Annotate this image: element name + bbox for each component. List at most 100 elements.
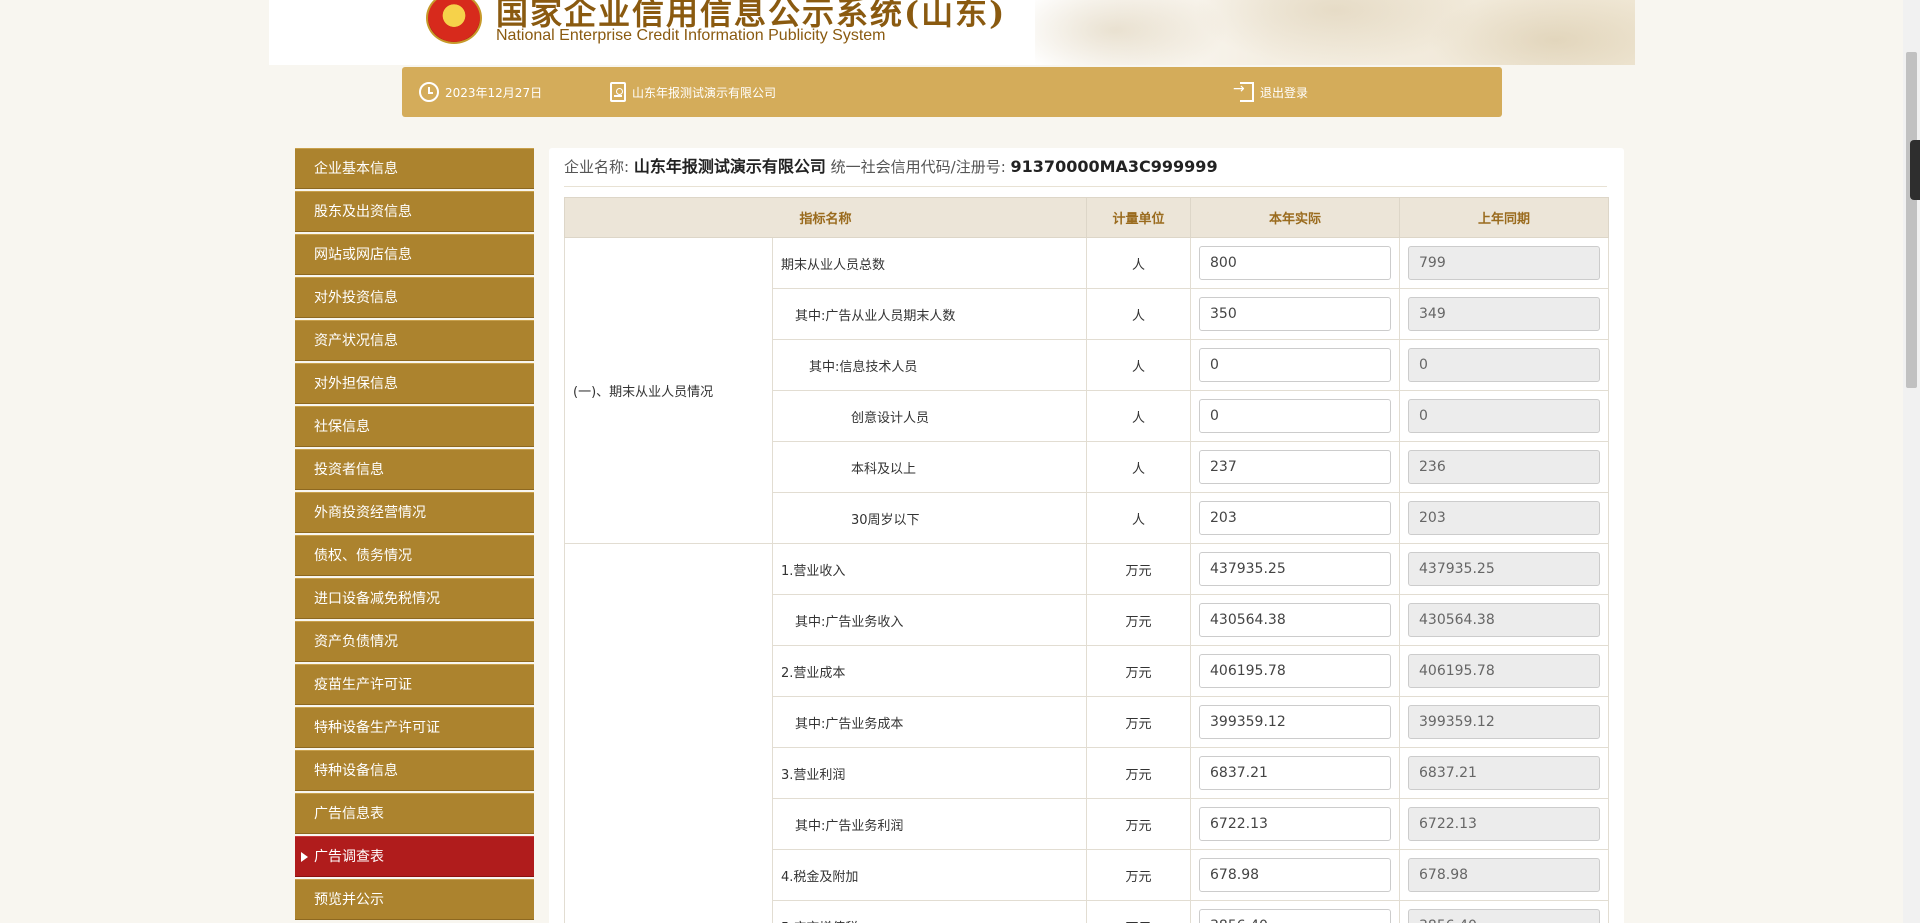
site-subtitle: National Enterprise Credit Information P… <box>496 27 886 44</box>
current-year-input[interactable] <box>1199 501 1392 535</box>
row-unit: 万元 <box>1086 849 1192 901</box>
date-display: 2023年12月27日 <box>419 82 542 102</box>
sidebar-item-special-equipment-license[interactable]: 特种设备生产许可证 <box>295 707 534 748</box>
current-year-input[interactable] <box>1199 603 1392 637</box>
row-unit: 万元 <box>1086 798 1192 850</box>
row-name: 1.营业收入 <box>771 543 1088 595</box>
ad-survey-table: 指标名称 计量单位 本年实际 上年同期 (一)、期末从业人员情况 期末从业人员总… <box>563 197 1610 923</box>
current-year-input[interactable] <box>1199 450 1392 484</box>
row-unit: 万元 <box>1086 594 1192 646</box>
scrollbar-thumb[interactable] <box>1906 52 1917 388</box>
credit-code-label: 统一社会信用代码/注册号: <box>830 158 1006 176</box>
current-year-input[interactable] <box>1199 807 1392 841</box>
previous-year-value <box>1408 450 1601 484</box>
row-name: 3.营业利润 <box>771 747 1088 799</box>
sidebar-item-asset-status[interactable]: 资产状况信息 <box>295 320 534 361</box>
row-name: 4.税金及附加 <box>771 849 1088 901</box>
table-row: 1.营业收入 万元 <box>564 543 1610 923</box>
sidebar-item-investor-info[interactable]: 投资者信息 <box>295 449 534 490</box>
company-badge-icon <box>610 82 626 102</box>
current-year-input[interactable] <box>1199 246 1392 280</box>
sidebar-item-external-guarantee[interactable]: 对外担保信息 <box>295 363 534 404</box>
sidebar-item-foreign-investment[interactable]: 外商投资经营情况 <box>295 492 534 533</box>
table-header-row: 指标名称 计量单位 本年实际 上年同期 <box>563 197 1610 238</box>
sidebar-item-assets-liabilities[interactable]: 资产负债情况 <box>295 621 534 662</box>
header-mountain-decoration <box>1035 0 1635 65</box>
current-year-input[interactable] <box>1199 348 1392 382</box>
header-unit: 计量单位 <box>1086 197 1192 238</box>
current-year-input[interactable] <box>1199 297 1392 331</box>
previous-year-value <box>1408 501 1601 535</box>
logout-icon <box>1233 81 1254 102</box>
national-emblem-icon <box>426 0 482 44</box>
current-year-input[interactable] <box>1199 756 1392 790</box>
row-name: 其中:广告业务成本 <box>771 696 1088 748</box>
row-unit: 人 <box>1086 441 1192 493</box>
current-year-input[interactable] <box>1199 705 1392 739</box>
row-name: 创意设计人员 <box>771 390 1088 442</box>
previous-year-value <box>1408 603 1601 637</box>
row-unit: 人 <box>1086 492 1192 544</box>
date-text: 2023年12月27日 <box>445 85 543 100</box>
sidebar-item-vaccine-license[interactable]: 疫苗生产许可证 <box>295 664 534 705</box>
row-name: 本科及以上 <box>771 441 1088 493</box>
user-info-bar: 2023年12月27日 山东年报测试演示有限公司 退出登录 <box>402 67 1502 117</box>
current-year-input[interactable] <box>1199 858 1392 892</box>
sidebar-item-claims-debts[interactable]: 债权、债务情况 <box>295 535 534 576</box>
sidebar-item-special-equipment-info[interactable]: 特种设备信息 <box>295 750 534 791</box>
row-unit: 人 <box>1086 237 1192 289</box>
side-widget-tab[interactable] <box>1910 140 1920 200</box>
previous-year-value <box>1408 807 1601 841</box>
header-indicator: 指标名称 <box>563 197 1088 238</box>
row-unit: 人 <box>1086 339 1192 391</box>
row-unit: 万元 <box>1086 696 1192 748</box>
sidebar-item-external-investment[interactable]: 对外投资信息 <box>295 277 534 318</box>
row-unit: 万元 <box>1086 543 1192 595</box>
row-name: 期末从业人员总数 <box>771 237 1088 289</box>
current-year-input[interactable] <box>1199 552 1392 586</box>
sidebar-item-import-tax-exemption[interactable]: 进口设备减免税情况 <box>295 578 534 619</box>
row-name: 其中:广告业务收入 <box>771 594 1088 646</box>
current-year-input[interactable] <box>1199 909 1392 923</box>
previous-year-value <box>1408 348 1601 382</box>
row-name: 5.应交增值税 <box>771 900 1088 923</box>
current-year-input[interactable] <box>1199 654 1392 688</box>
row-unit: 人 <box>1086 288 1192 340</box>
row-unit: 人 <box>1086 390 1192 442</box>
sidebar-item-preview-publish[interactable]: 预览并公示 <box>295 879 534 920</box>
sidebar-item-ad-survey-form[interactable]: 广告调查表 <box>295 836 534 877</box>
sidebar-nav: 企业基本信息 股东及出资信息 网站或网店信息 对外投资信息 资产状况信息 对外担… <box>295 148 534 922</box>
main-panel: 企业名称: 山东年报测试演示有限公司 统一社会信用代码/注册号: 9137000… <box>549 148 1624 923</box>
company-display: 山东年报测试演示有限公司 <box>610 82 776 102</box>
previous-year-value <box>1408 297 1601 331</box>
sidebar-item-ad-info-form[interactable]: 广告信息表 <box>295 793 534 834</box>
company-info-line: 企业名称: 山东年报测试演示有限公司 统一社会信用代码/注册号: 9137000… <box>564 148 1607 187</box>
credit-code-value: 91370000MA3C999999 <box>1010 157 1218 176</box>
company-name-value: 山东年报测试演示有限公司 <box>633 157 826 176</box>
previous-year-value <box>1408 705 1601 739</box>
previous-year-value <box>1408 654 1601 688</box>
sidebar-item-website-info[interactable]: 网站或网店信息 <box>295 234 534 275</box>
table-row: (一)、期末从业人员情况 期末从业人员总数 人 <box>564 237 1610 544</box>
sidebar-item-shareholder-info[interactable]: 股东及出资信息 <box>295 191 534 232</box>
page-scrollbar[interactable] <box>1903 0 1920 923</box>
previous-year-value <box>1408 246 1601 280</box>
previous-year-value <box>1408 756 1601 790</box>
row-unit: 万元 <box>1086 900 1192 923</box>
row-unit: 万元 <box>1086 747 1192 799</box>
previous-year-value <box>1408 399 1601 433</box>
group-financial-label <box>564 543 773 923</box>
site-header: 国家企业信用信息公示系统(山东) National Enterprise Cre… <box>269 0 1635 65</box>
clock-icon <box>419 82 439 102</box>
header-current-year: 本年实际 <box>1190 197 1401 238</box>
row-name: 30周岁以下 <box>771 492 1088 544</box>
current-year-input[interactable] <box>1199 399 1392 433</box>
row-name: 2.营业成本 <box>771 645 1088 697</box>
company-text: 山东年报测试演示有限公司 <box>632 85 777 100</box>
sidebar-item-enterprise-basic-info[interactable]: 企业基本信息 <box>295 148 534 189</box>
sidebar-item-social-insurance[interactable]: 社保信息 <box>295 406 534 447</box>
company-name-label: 企业名称: <box>564 158 630 176</box>
row-name: 其中:广告业务利润 <box>771 798 1088 850</box>
row-name: 其中:广告从业人员期末人数 <box>771 288 1088 340</box>
logout-button[interactable]: 退出登录 <box>1233 81 1308 102</box>
